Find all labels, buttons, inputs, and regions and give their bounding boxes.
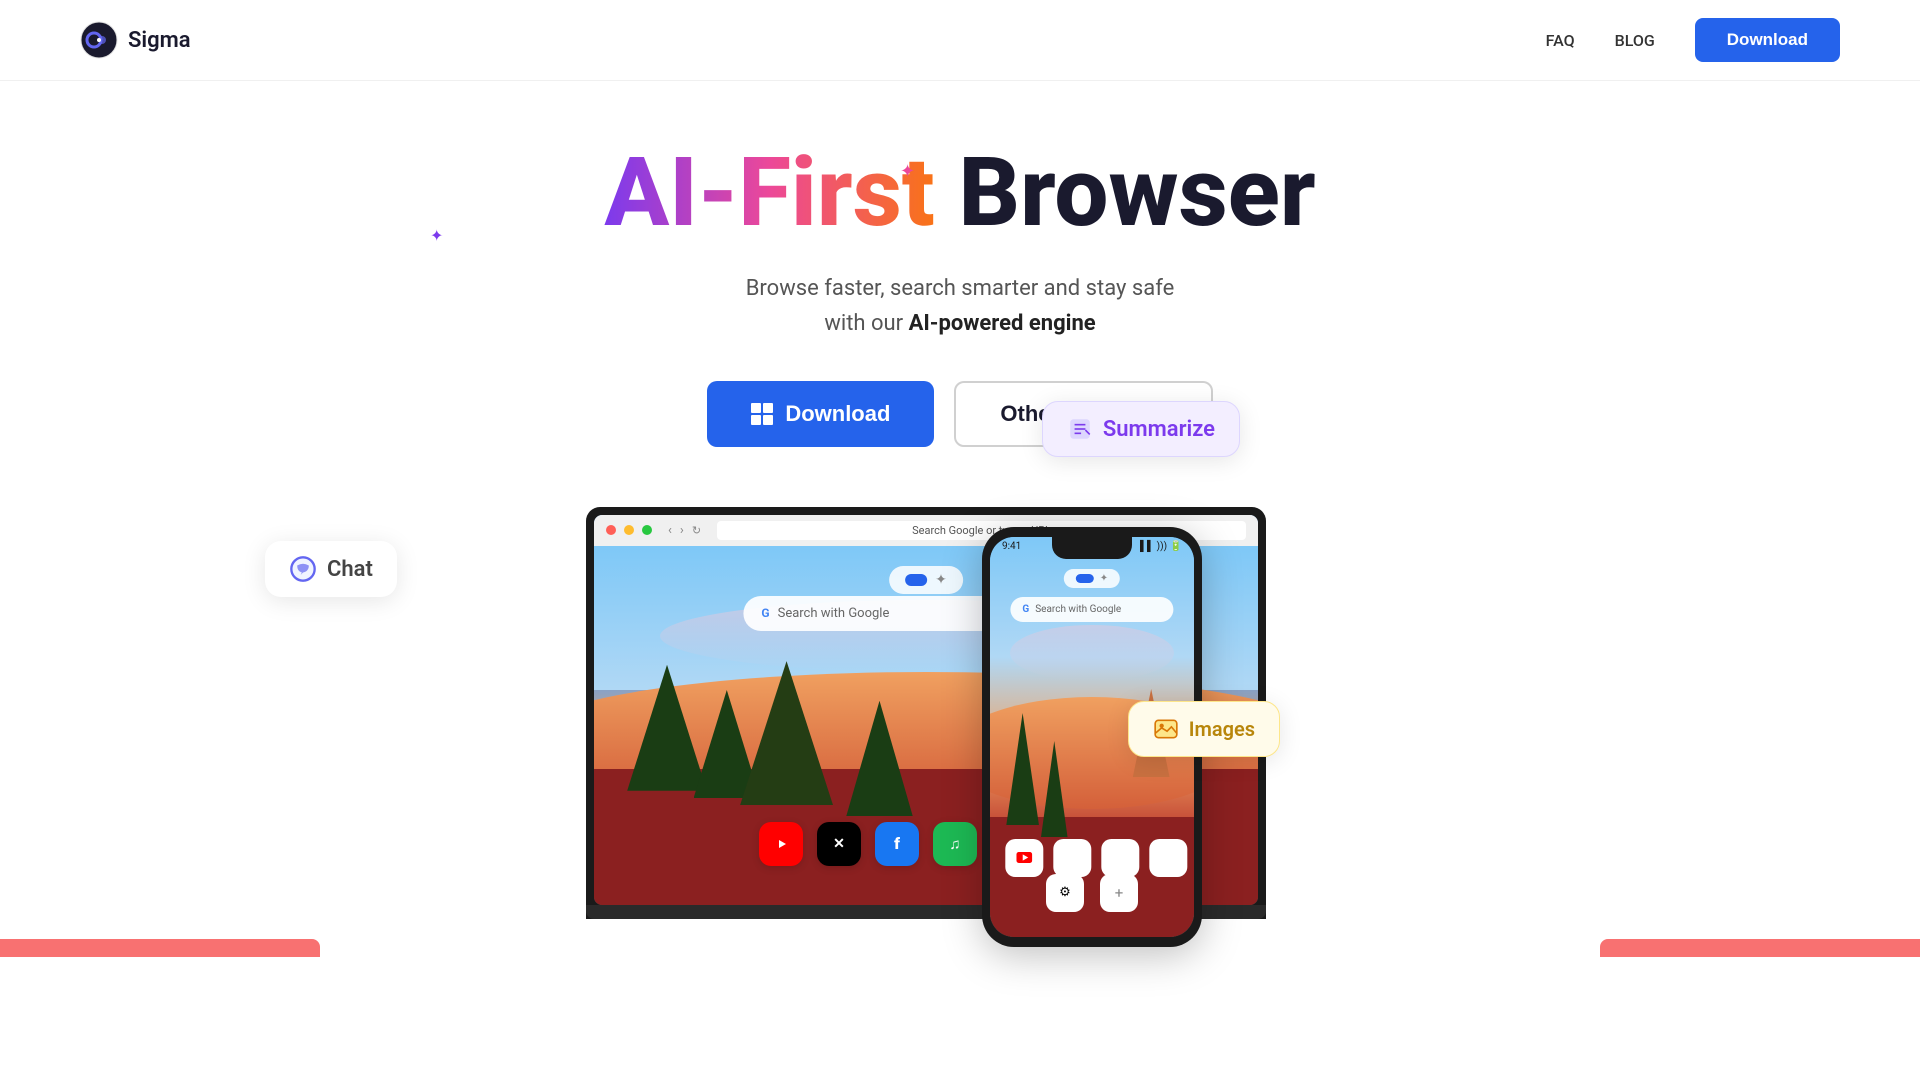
chat-icon <box>289 555 317 583</box>
phone-app-icons: ✕ f ♫ <box>1005 839 1178 877</box>
hero-subtitle: Browse faster, search smarter and stay s… <box>40 271 1880 341</box>
images-badge[interactable]: Images <box>1128 701 1280 757</box>
phone-search-bar[interactable]: G Search with Google <box>1010 597 1173 622</box>
navbar: Sigma FAQ BLOG Download <box>0 0 1920 81</box>
nav-back[interactable]: ‹ <box>668 523 672 538</box>
summarize-label: Summarize <box>1103 417 1215 442</box>
cta-buttons: Download Other Platforms <box>40 381 1880 447</box>
subtitle-line2-normal: with our <box>824 311 908 336</box>
nav-faq[interactable]: FAQ <box>1546 31 1575 50</box>
summarize-badge[interactable]: Summarize <box>1042 401 1240 457</box>
phone-youtube-icon[interactable] <box>1005 839 1043 877</box>
phone-notch <box>1052 537 1132 559</box>
nav-forward[interactable]: › <box>680 523 684 538</box>
nav-blog[interactable]: BLOG <box>1615 31 1655 50</box>
phone-spotify-icon[interactable]: ♫ <box>1149 839 1187 877</box>
tl-green <box>642 525 652 535</box>
phone-status-icons: ▌▌ ))) 🔋 <box>1140 541 1182 552</box>
youtube-icon[interactable] <box>759 822 803 866</box>
phone-toggle-bar: ✦ <box>1064 569 1120 588</box>
nav-refresh[interactable]: ↻ <box>692 524 701 537</box>
phone-google-icon: G <box>1022 604 1029 615</box>
images-icon <box>1153 716 1179 742</box>
x-icon[interactable]: ✕ <box>817 822 861 866</box>
bottom-bar-right <box>1600 939 1920 957</box>
phone-x-icon[interactable]: ✕ <box>1053 839 1091 877</box>
phone-add-icon[interactable]: + <box>1100 874 1138 912</box>
tl-yellow <box>624 525 634 535</box>
hero-title: AI-First Browser <box>40 141 1880 247</box>
google-g-icon: G <box>761 606 769 620</box>
hero-section: ✦ ✦ AI-First Browser Browse faster, sear… <box>0 81 1920 957</box>
phone-toggle-star: ✦ <box>1100 573 1108 584</box>
subtitle-line1: Browse faster, search smarter and stay s… <box>746 276 1175 301</box>
laptop-toggle-bar: ✦ <box>889 566 963 594</box>
toggle-star: ✦ <box>935 572 947 588</box>
nav-download-button[interactable]: Download <box>1695 18 1840 62</box>
toggle-dot <box>905 574 927 586</box>
spotify-icon[interactable]: ♫ <box>933 822 977 866</box>
facebook-icon[interactable]: f <box>875 822 919 866</box>
laptop-search-text: Search with Google <box>778 606 890 621</box>
sigma-logo-icon <box>80 21 118 59</box>
images-label: Images <box>1189 717 1255 741</box>
download-label: Download <box>785 401 890 427</box>
logo[interactable]: Sigma <box>80 21 191 59</box>
chat-label: Chat <box>327 557 373 582</box>
phone-settings-icon[interactable]: ⚙ <box>1046 874 1084 912</box>
brand-name: Sigma <box>128 28 191 53</box>
phone-clouds <box>1010 625 1173 681</box>
phone-settings-row: ⚙ + <box>1046 874 1138 912</box>
subtitle-bold: AI-powered engine <box>909 311 1096 336</box>
chat-badge[interactable]: Chat <box>265 541 397 597</box>
bottom-bar-left <box>0 939 320 957</box>
hero-title-normal: Browser <box>959 137 1316 249</box>
phone-toggle-dot <box>1076 574 1094 583</box>
download-button[interactable]: Download <box>707 381 934 447</box>
phone-search-text: Search with Google <box>1035 604 1121 615</box>
windows-icon <box>751 403 773 425</box>
summarize-icon <box>1067 416 1093 442</box>
nav-links: FAQ BLOG Download <box>1546 18 1840 62</box>
tl-red <box>606 525 616 535</box>
phone-time: 9:41 <box>1002 541 1021 552</box>
phone-facebook-icon[interactable]: f <box>1101 839 1139 877</box>
hero-title-gradient: AI-First <box>604 137 934 249</box>
